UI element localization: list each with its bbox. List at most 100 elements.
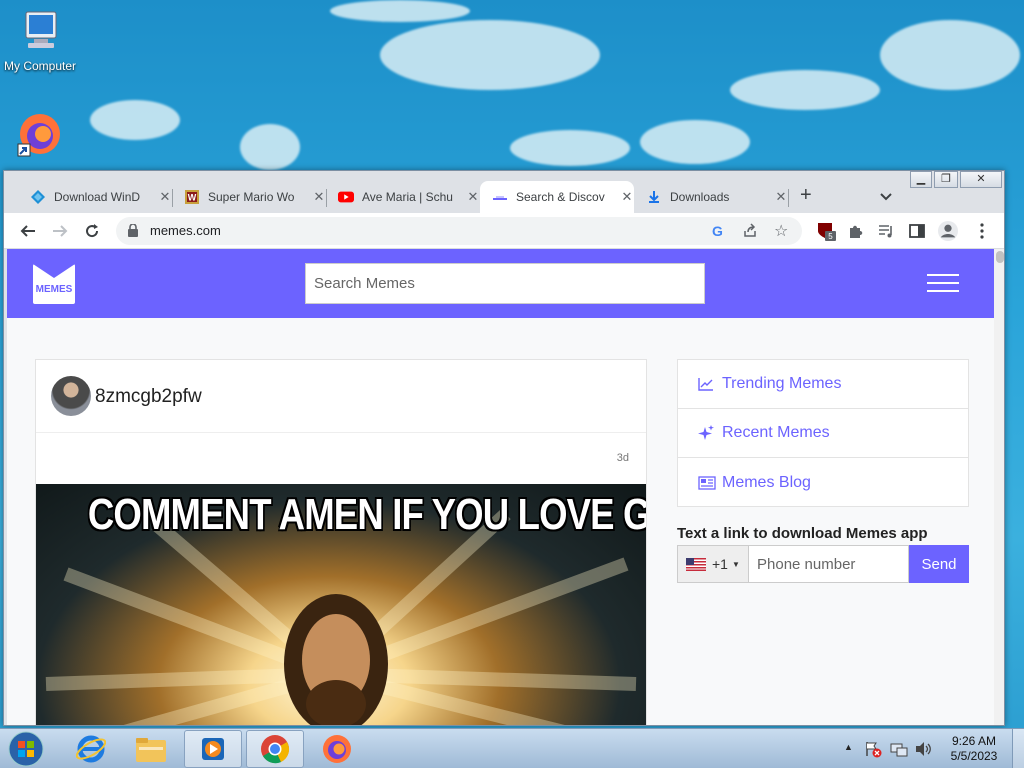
cloud [380, 20, 600, 90]
media-playlist-icon[interactable] [876, 221, 896, 241]
desktop-icon-label: My Computer [3, 59, 77, 73]
tab-search-discover[interactable]: Search & Discov ✕ [480, 181, 634, 213]
taskbar-media-player-icon[interactable] [184, 730, 242, 768]
browser-window: Download WinD ✕ W Super Mario Wo ✕ Ave M… [3, 170, 1005, 726]
site-header: MEMES Search Memes [7, 249, 994, 318]
minimize-button[interactable]: ▁ [910, 171, 932, 188]
desktop-icon-firefox[interactable] [0, 110, 80, 160]
ublock-extension-icon[interactable]: 5 [816, 221, 836, 241]
send-button[interactable]: Send [909, 545, 969, 583]
tab-label: Super Mario Wo [208, 190, 295, 204]
meme-caption: COMMENT AMEN IF YOU LOVE GOD [87, 490, 646, 539]
maximize-button[interactable]: ❐ [934, 171, 958, 188]
cloud [880, 20, 1020, 90]
hamburger-menu-icon[interactable] [927, 274, 959, 294]
tab-downloads[interactable]: Downloads ✕ [634, 181, 788, 213]
forward-arrow-icon[interactable] [50, 221, 70, 241]
share-icon[interactable] [742, 222, 758, 243]
taskbar: ▲ 9:26 AM 5/5/2023 [0, 728, 1024, 768]
address-bar[interactable]: memes.com G ☆ [116, 217, 802, 245]
extension-badge: 5 [828, 232, 833, 241]
country-code-select[interactable]: +1 ▼ [677, 545, 749, 583]
chevron-down-icon: ▼ [731, 559, 740, 569]
search-input[interactable]: Search Memes [305, 263, 705, 304]
sidebar-item-label: Memes Blog [722, 473, 811, 491]
memes-logo[interactable]: MEMES [33, 264, 75, 304]
lock-icon [128, 223, 138, 242]
clock-time: 9:26 AM [951, 734, 997, 748]
taskbar-firefox-icon[interactable] [308, 730, 366, 768]
newspaper-icon [698, 475, 716, 490]
tab-separator [788, 189, 789, 207]
sidebar-item-recent[interactable]: Recent Memes [678, 409, 968, 458]
cloud [240, 124, 300, 170]
tab-label: Download WinD [54, 190, 141, 204]
web-page: MEMES Search Memes 8zmcgb2pfw 3d COMMENT… [7, 249, 994, 725]
cloud [510, 130, 630, 166]
tab-label: Ave Maria | Schu [362, 190, 453, 204]
cloud [640, 120, 750, 164]
network-icon[interactable] [890, 740, 908, 763]
google-icon[interactable]: G [712, 223, 723, 239]
logo-text: MEMES [35, 284, 73, 295]
meme-post-card: 8zmcgb2pfw 3d COMMENT AMEN IF YOU LOVE G… [35, 359, 647, 725]
firefox-shortcut-icon [0, 110, 80, 161]
tab-label: Downloads [670, 190, 730, 204]
tab-search-chevron-icon[interactable] [880, 188, 892, 206]
tab-ave-maria[interactable]: Ave Maria | Schu ✕ [326, 181, 480, 213]
close-window-button[interactable]: ✕ [960, 171, 1002, 188]
desktop-icon-my-computer[interactable]: My Computer [0, 10, 80, 73]
us-flag-icon [686, 557, 706, 571]
memes-favicon-icon [492, 189, 508, 205]
page-scrollbar[interactable] [994, 249, 1004, 725]
sparkle-icon [698, 425, 716, 441]
tab-label: Search & Discov [516, 190, 605, 204]
bookmark-star-icon[interactable]: ☆ [774, 221, 788, 241]
sidebar-item-label: Recent Memes [722, 424, 830, 441]
more-menu-icon[interactable] [972, 221, 992, 241]
profile-avatar-icon[interactable] [938, 221, 958, 241]
close-icon[interactable]: ✕ [620, 189, 634, 205]
clock-date: 5/5/2023 [950, 749, 998, 763]
trending-chart-icon [698, 377, 716, 391]
tab-strip: Download WinD ✕ W Super Mario Wo ✕ Ave M… [4, 171, 1004, 213]
phone-number-input[interactable]: Phone number [749, 545, 909, 583]
sidebar-item-blog[interactable]: Memes Blog [678, 458, 968, 507]
system-clock[interactable]: 9:26 AM 5/5/2023 [944, 734, 1004, 764]
extensions-puzzle-icon[interactable] [845, 221, 865, 241]
back-arrow-icon[interactable] [18, 221, 38, 241]
computer-icon [0, 10, 80, 57]
tab-super-mario[interactable]: W Super Mario Wo ✕ [172, 181, 326, 213]
close-icon[interactable]: ✕ [158, 189, 172, 205]
start-button[interactable] [0, 730, 52, 768]
browser-toolbar: memes.com G ☆ 5 [4, 213, 1004, 249]
reload-icon[interactable] [82, 221, 102, 241]
taskbar-chrome-icon[interactable] [246, 730, 304, 768]
youtube-icon [338, 189, 354, 205]
sidebar-item-label: Trending Memes [722, 375, 842, 392]
post-username[interactable]: 8zmcgb2pfw [95, 386, 202, 408]
close-icon[interactable]: ✕ [774, 189, 788, 205]
show-hidden-icons-icon[interactable]: ▲ [844, 742, 853, 752]
side-panel-icon[interactable] [907, 221, 927, 241]
cloud [730, 70, 880, 110]
volume-icon[interactable] [914, 740, 932, 763]
avatar[interactable] [51, 376, 91, 416]
post-timestamp: 3d [616, 452, 629, 464]
taskbar-ie-icon[interactable] [62, 730, 120, 768]
country-code: +1 [712, 556, 728, 572]
sms-form: +1 ▼ Phone number Send [677, 545, 969, 583]
sidebar-nav: Trending Memes Recent Memes Memes Blog [677, 359, 969, 507]
sidebar-item-trending[interactable]: Trending Memes [678, 360, 968, 409]
post-header: 8zmcgb2pfw [36, 360, 646, 433]
meme-image[interactable]: COMMENT AMEN IF YOU LOVE GOD [36, 484, 646, 725]
close-icon[interactable]: ✕ [312, 189, 326, 205]
taskbar-explorer-icon[interactable] [122, 730, 180, 768]
w-favicon-icon: W [184, 189, 200, 205]
tab-download-windows[interactable]: Download WinD ✕ [18, 181, 172, 213]
close-icon[interactable]: ✕ [466, 189, 480, 205]
show-desktop-button[interactable] [1012, 729, 1024, 768]
action-center-flag-icon[interactable] [864, 740, 882, 763]
new-tab-button[interactable]: + [800, 184, 812, 207]
sms-download-title: Text a link to download Memes app [677, 525, 928, 542]
